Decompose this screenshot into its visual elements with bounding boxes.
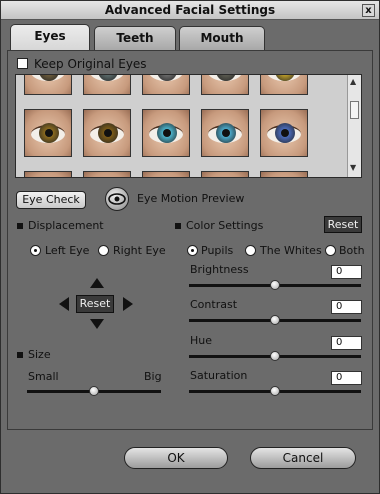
eye-pupil — [104, 129, 112, 137]
eye-preset-thumbnail[interactable] — [83, 75, 131, 95]
both-radio[interactable] — [325, 245, 336, 256]
move-down-arrow[interactable] — [90, 319, 104, 329]
move-left-arrow[interactable] — [59, 297, 69, 311]
move-up-arrow[interactable] — [90, 278, 104, 288]
left-eye-label: Left Eye — [45, 244, 90, 257]
tab-eyes[interactable]: Eyes — [10, 24, 90, 51]
color-slider-knob[interactable] — [270, 315, 280, 325]
color-slider-knob[interactable] — [270, 351, 280, 361]
section-bullet — [175, 223, 181, 229]
grid-scrollbar[interactable]: ▲ ▼ — [347, 75, 361, 177]
eye-preset-grid: ▲ ▼ — [15, 74, 362, 178]
both-label: Both — [339, 244, 365, 257]
eye-preset-thumbnail[interactable] — [260, 109, 308, 157]
slider-label: Brightness — [190, 263, 249, 276]
slider-value-field[interactable]: 0 — [331, 300, 362, 314]
cancel-button[interactable]: Cancel — [250, 447, 356, 469]
color-settings-title: Color Settings — [186, 219, 264, 232]
color-slider-knob[interactable] — [270, 280, 280, 290]
eye-preset-thumbnail[interactable] — [201, 171, 249, 177]
eye-check-button[interactable]: Eye Check — [16, 191, 86, 209]
eye-preset-thumbnail[interactable] — [260, 75, 308, 95]
scroll-thumb[interactable] — [350, 101, 359, 119]
eye-preset-thumbnail[interactable] — [83, 171, 131, 177]
left-eye-radio[interactable] — [30, 245, 41, 256]
color-slider-knob[interactable] — [270, 386, 280, 396]
dialog-window: Advanced Facial Settings x Eyes Teeth Mo… — [0, 0, 380, 494]
whites-radio[interactable] — [245, 245, 256, 256]
ok-button[interactable]: OK — [124, 447, 228, 469]
eye-pupil — [222, 129, 230, 137]
slider-value-field[interactable]: 0 — [331, 371, 362, 385]
eye-preset-thumbnail[interactable] — [142, 109, 190, 157]
eye-preset-thumbnail[interactable] — [24, 171, 72, 177]
slider-value-field[interactable]: 0 — [331, 265, 362, 279]
eye-pupil — [163, 129, 171, 137]
close-button[interactable]: x — [362, 4, 375, 17]
scroll-up-icon[interactable]: ▲ — [350, 77, 356, 86]
section-bullet — [17, 352, 23, 358]
right-eye-label: Right Eye — [113, 244, 166, 257]
size-small-label: Small — [28, 370, 59, 383]
eye-pupil — [45, 129, 53, 137]
eye-preset-thumbnail[interactable] — [142, 75, 190, 95]
scroll-down-icon[interactable]: ▼ — [350, 163, 356, 172]
displacement-reset-button[interactable]: Reset — [76, 295, 114, 313]
eye-motion-preview-button[interactable] — [105, 187, 129, 211]
move-right-arrow[interactable] — [123, 297, 133, 311]
keep-original-checkbox[interactable] — [17, 58, 28, 69]
section-bullet — [17, 223, 23, 229]
pupils-radio[interactable] — [187, 245, 198, 256]
eye-preset-thumbnail[interactable] — [83, 109, 131, 157]
dialog-title: Advanced Facial Settings — [104, 3, 276, 17]
eye-preset-thumbnail[interactable] — [260, 171, 308, 177]
eye-preset-thumbnail[interactable] — [201, 109, 249, 157]
whites-label: The Whites — [260, 244, 322, 257]
size-big-label: Big — [144, 370, 162, 383]
eye-motion-preview-label: Eye Motion Preview — [137, 192, 245, 205]
eye-preset-thumbnail[interactable] — [24, 109, 72, 157]
size-title: Size — [28, 348, 51, 361]
slider-value-field[interactable]: 0 — [331, 336, 362, 350]
keep-original-label: Keep Original Eyes — [34, 57, 147, 71]
displacement-title: Displacement — [28, 219, 104, 232]
tab-teeth[interactable]: Teeth — [94, 26, 176, 50]
eye-preset-thumbnail[interactable] — [142, 171, 190, 177]
tab-mouth[interactable]: Mouth — [179, 26, 265, 50]
eye-preset-thumbnail[interactable] — [201, 75, 249, 95]
eye-preset-thumbnail[interactable] — [24, 75, 72, 95]
color-reset-button[interactable]: Reset — [324, 216, 362, 233]
slider-label: Contrast — [190, 298, 238, 311]
slider-label: Saturation — [190, 369, 248, 382]
eye-pupil — [281, 129, 289, 137]
right-eye-radio[interactable] — [98, 245, 109, 256]
title-bar: Advanced Facial Settings x — [1, 1, 379, 20]
slider-label: Hue — [190, 334, 213, 347]
pupils-label: Pupils — [201, 244, 234, 257]
size-slider-knob[interactable] — [89, 386, 99, 396]
eye-icon — [108, 193, 126, 205]
